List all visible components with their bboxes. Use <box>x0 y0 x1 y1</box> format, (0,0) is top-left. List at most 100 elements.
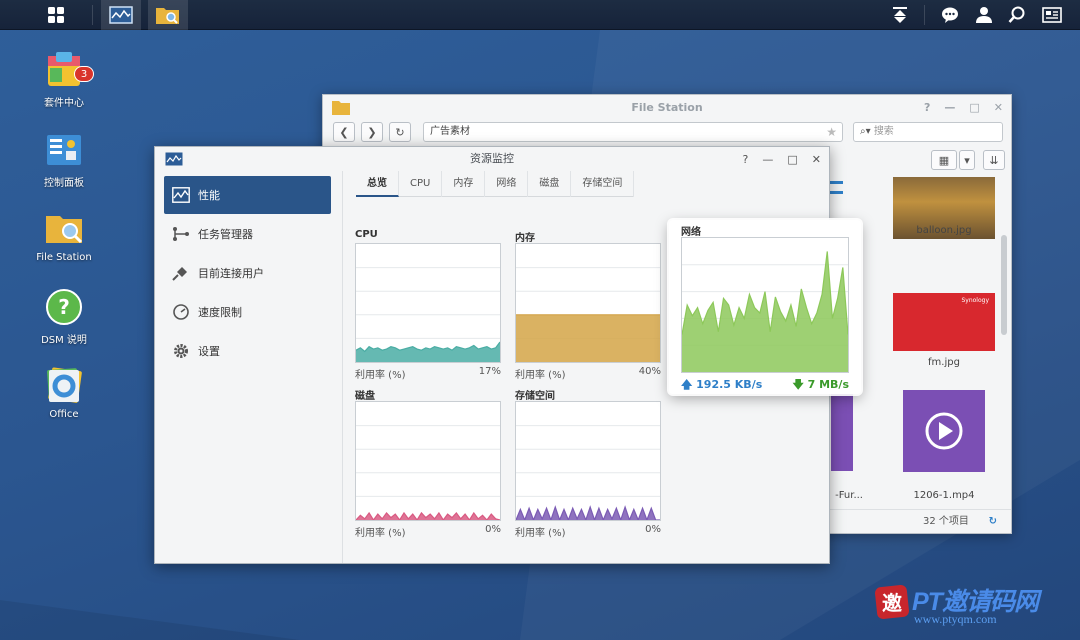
watermark-url: www.ptyqm.com <box>914 612 997 626</box>
refresh-button[interactable]: ↻ <box>389 122 411 142</box>
path-input[interactable]: 广告素材 ★ <box>423 122 843 142</box>
view-mode-dropdown[interactable]: ▾ <box>959 150 975 170</box>
file-thumbnail[interactable]: Synology <box>893 293 995 351</box>
sidebar-item-settings[interactable]: 设置 <box>164 332 331 370</box>
upload-button[interactable] <box>880 0 920 30</box>
chart-plot <box>515 401 661 521</box>
forward-button[interactable]: ❯ <box>361 122 383 142</box>
window-title-bar: 资源监控 ? — □ ✕ <box>155 147 829 171</box>
disk-chart: 磁盘 利用率 (%) 0% <box>355 387 501 539</box>
search-button[interactable] <box>997 0 1037 30</box>
watermark: 邀 PT邀请码网 www.ptyqm.com <box>874 582 1074 632</box>
chart-title: 内存 <box>515 233 535 244</box>
tab-storage[interactable]: 存储空间 <box>571 171 635 197</box>
usage-label: 利用率 (%) <box>355 370 406 381</box>
notification-badge: 3 <box>74 66 94 82</box>
desktop-icon-office[interactable]: Office <box>20 365 108 420</box>
usage-value: 0% <box>485 524 501 535</box>
tab-memory[interactable]: 内存 <box>442 171 486 197</box>
minimize-button[interactable]: — <box>762 148 773 172</box>
file-thumbnail[interactable] <box>829 177 843 207</box>
upload-rate: 🡅 192.5 KB/s <box>681 376 762 395</box>
sidebar-item-performance[interactable]: 性能 <box>164 176 331 214</box>
sidebar: 性能 任务管理器 目前连接用户 速度限制 设置 <box>155 171 343 563</box>
view-mode-button[interactable]: ▦ <box>931 150 957 170</box>
play-icon <box>925 412 963 450</box>
usage-label: 利用率 (%) <box>515 528 566 539</box>
usage-value: 0% <box>645 524 661 535</box>
close-button[interactable]: ✕ <box>994 95 1003 121</box>
file-station-icon <box>44 208 84 248</box>
refresh-icon: ↻ <box>395 125 405 139</box>
usage-value: 40% <box>638 366 661 377</box>
desktop-icon-dsm-help[interactable]: ? DSM 说明 <box>20 287 108 346</box>
sidebar-item-label: 性能 <box>198 189 220 202</box>
grid-icon <box>48 7 64 23</box>
tab-cpu[interactable]: CPU <box>399 171 443 197</box>
window-title: File Station <box>631 101 703 114</box>
performance-chart-icon <box>172 187 190 203</box>
storage-chart: 存储空间 利用率 (%) 0% <box>515 387 661 539</box>
chart-title: 磁盘 <box>355 391 375 402</box>
widgets-button[interactable] <box>1032 0 1072 30</box>
help-button[interactable]: ? <box>743 148 749 172</box>
main-menu-button[interactable] <box>36 0 76 30</box>
gear-icon <box>174 344 188 358</box>
watermark-seal: 邀 <box>875 585 909 619</box>
file-name: balloon.jpg <box>916 225 972 236</box>
thumbnail-logo: Synology <box>961 297 989 304</box>
area-chart-svg <box>356 267 500 362</box>
tab-network[interactable]: 网络 <box>485 171 529 197</box>
back-button[interactable]: ❮ <box>333 122 355 142</box>
speedometer-icon <box>173 304 189 320</box>
task-manager-icon <box>173 227 189 241</box>
desktop-icon-file-station[interactable]: File Station <box>20 208 108 263</box>
folder-icon <box>332 101 350 115</box>
chevron-right-icon: ❯ <box>367 125 377 139</box>
tab-disk[interactable]: 磁盘 <box>528 171 572 197</box>
area-chart-svg <box>682 251 848 372</box>
refresh-icon[interactable]: ↻ <box>989 510 997 534</box>
download-rate: 🡇 7 MB/s <box>792 376 849 395</box>
desktop-icon-label: 套件中心 <box>44 98 84 109</box>
status-bar: 32 个项目 ↻ <box>823 509 1011 533</box>
tab-overview[interactable]: 总览 <box>356 171 399 197</box>
upload-icon <box>893 7 907 23</box>
widgets-icon <box>1042 7 1062 23</box>
help-icon: ? <box>44 287 84 327</box>
sidebar-item-task-manager[interactable]: 任务管理器 <box>164 215 331 253</box>
help-button[interactable]: ? <box>924 95 930 121</box>
scrollbar[interactable] <box>1001 235 1007 335</box>
file-name: fm.jpg <box>928 357 960 368</box>
sidebar-item-speed-limit[interactable]: 速度限制 <box>164 293 331 331</box>
file-thumbnail[interactable] <box>831 393 853 471</box>
tab-bar: 总览 CPU 内存 网络 磁盘 存储空间 <box>356 171 635 197</box>
item-count: 32 个项目 <box>923 516 969 527</box>
close-button[interactable]: ✕ <box>812 148 821 172</box>
taskbar-file-station[interactable] <box>148 0 188 30</box>
minimize-button[interactable]: — <box>944 95 955 121</box>
desktop-icon-control-panel[interactable]: 控制面板 <box>20 130 108 189</box>
sidebar-item-label: 目前连接用户 <box>198 267 264 280</box>
network-chart: 网络 🡅 192.5 KB/s 🡇 7 MB/s <box>669 220 861 394</box>
star-icon[interactable]: ★ <box>826 123 837 141</box>
grid-view-icon: ▦ <box>938 153 950 167</box>
sidebar-item-connected-users[interactable]: 目前连接用户 <box>164 254 331 292</box>
window-title-bar: File Station ? — □ ✕ <box>323 95 1011 121</box>
series-area <box>516 314 660 362</box>
usage-value: 17% <box>478 366 501 377</box>
search-input[interactable]: ⌕▾ 搜索 <box>853 122 1003 142</box>
taskbar-resource-monitor[interactable] <box>101 0 141 30</box>
area-chart-svg <box>516 267 660 362</box>
maximize-button[interactable]: □ <box>969 95 979 121</box>
usage-label: 利用率 (%) <box>355 528 406 539</box>
sort-button[interactable]: ⇊ <box>983 150 1005 170</box>
video-thumbnail[interactable] <box>903 390 985 472</box>
sidebar-item-label: 设置 <box>198 345 220 358</box>
arrow-down-icon: 🡇 <box>792 378 804 391</box>
maximize-button[interactable]: □ <box>787 148 797 172</box>
search-icon: ⌕▾ <box>860 126 871 137</box>
desktop-icon-package-center[interactable]: 3 套件中心 <box>20 50 108 109</box>
chart-plot <box>355 243 501 363</box>
taskbar-divider <box>92 5 93 25</box>
